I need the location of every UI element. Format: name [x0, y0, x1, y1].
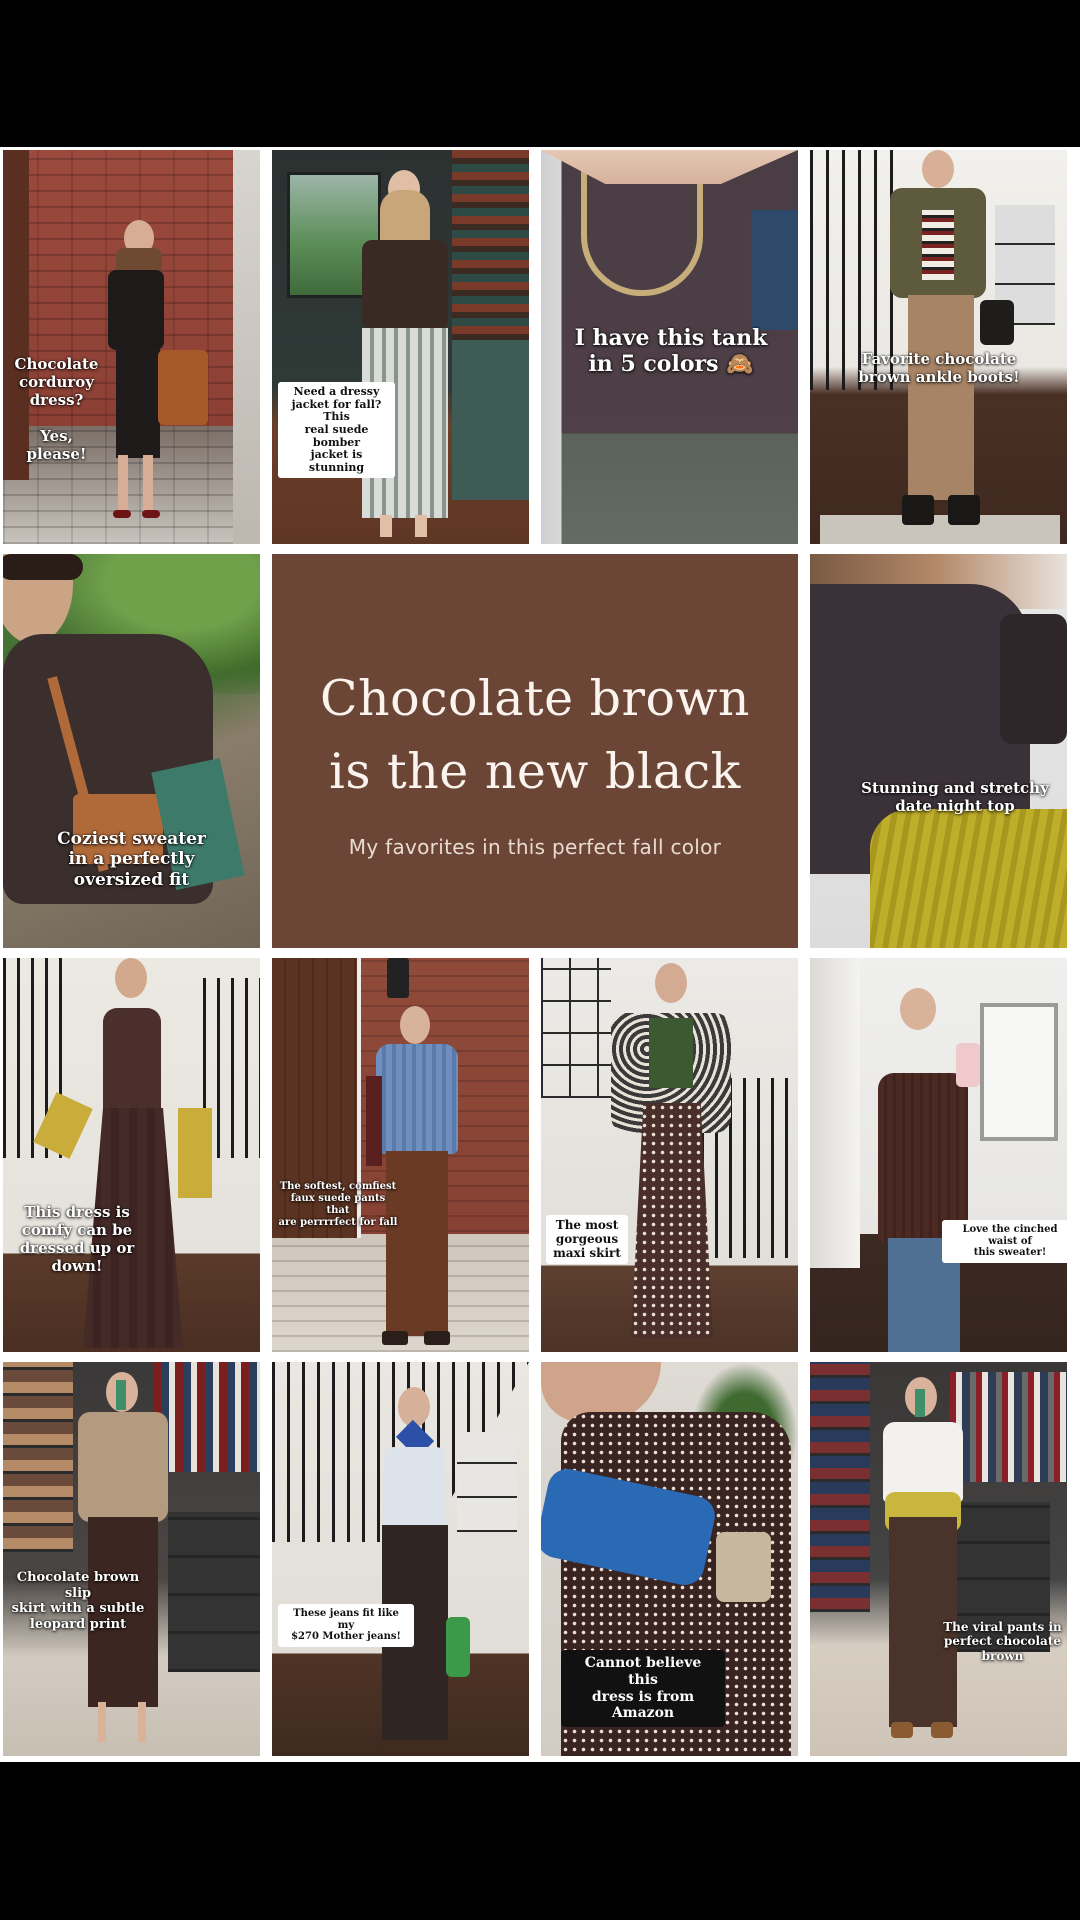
- person-figure: [880, 150, 1014, 540]
- tile-caption: I have this tank in 5 colors 🙈: [574, 325, 768, 378]
- arm: [1000, 614, 1067, 744]
- tile-jeans-fit[interactable]: These jeans fit like my $270 Mother jean…: [272, 1362, 529, 1756]
- tile-tank-colors[interactable]: I have this tank in 5 colors 🙈: [541, 150, 798, 544]
- tile-slip-skirt[interactable]: Chocolate brown slip skirt with a subtle…: [3, 1362, 260, 1756]
- outfit-collage-grid: Chocolate corduroy dress? Yes, please! N…: [0, 150, 1080, 1758]
- tile-caption: The most gorgeous maxi skirt: [546, 1215, 628, 1265]
- tile-date-night-top[interactable]: Stunning and stretchy date night top: [810, 554, 1067, 948]
- closet-shelves: [810, 1362, 870, 1612]
- person-figure: [360, 1387, 470, 1752]
- tile-caption: This dress is comfy can be dressed up or…: [19, 1203, 135, 1275]
- tile-viral-pants[interactable]: The viral pants in perfect chocolate bro…: [810, 1362, 1067, 1756]
- tile-caption: Favorite chocolate brown ankle boots!: [858, 350, 1020, 386]
- tile-amazon-dress[interactable]: Cannot believe this dress is from Amazon: [541, 1362, 798, 1756]
- tile-ankle-boots[interactable]: Favorite chocolate brown ankle boots!: [810, 150, 1067, 544]
- tile-faux-suede-pants[interactable]: The softest, comfiest faux suede pants t…: [272, 958, 529, 1352]
- tile-caption: These jeans fit like my $270 Mother jean…: [278, 1604, 414, 1647]
- tile-comfy-dress[interactable]: This dress is comfy can be dressed up or…: [3, 958, 260, 1352]
- tile-cozy-sweater[interactable]: Coziest sweater in a perfectly oversized…: [3, 554, 260, 948]
- title-card: Chocolate brown is the new black My favo…: [272, 554, 798, 948]
- bookshelf: [452, 150, 529, 340]
- tile-caption: Cannot believe this dress is from Amazon: [561, 1650, 725, 1728]
- person-figure: [33, 958, 213, 1352]
- tile-caption: The softest, comfiest faux suede pants t…: [278, 1181, 398, 1228]
- person-figure: [98, 220, 208, 520]
- page-title: Chocolate brown is the new black: [320, 669, 750, 801]
- shoe-shelves: [3, 1362, 73, 1552]
- tile-caption: The viral pants in perfect chocolate bro…: [943, 1620, 1062, 1663]
- background-window: [751, 210, 798, 330]
- drawer-island: [168, 1512, 260, 1672]
- person-figure: [865, 1377, 975, 1752]
- yellow-skirt: [870, 809, 1067, 948]
- tile-caption: Love the cinched waist of this sweater!: [942, 1220, 1067, 1263]
- person-figure: [68, 1372, 178, 1752]
- tile-corduroy-dress[interactable]: Chocolate corduroy dress? Yes, please!: [3, 150, 260, 544]
- tile-caption: Stunning and stretchy date night top: [861, 779, 1049, 815]
- person-figure: [848, 983, 1028, 1352]
- green-cabinet: [452, 340, 529, 500]
- tile-cinched-sweater[interactable]: Love the cinched waist of this sweater!: [810, 958, 1067, 1352]
- tile-caption: Need a dressy jacket for fall? This real…: [278, 382, 395, 479]
- stone-pillar: [233, 150, 260, 544]
- tile-caption: Coziest sweater in a perfectly oversized…: [57, 829, 206, 890]
- person-figure: [601, 963, 741, 1348]
- handbag: [716, 1532, 771, 1602]
- page-subtitle: My favorites in this perfect fall color: [348, 834, 722, 859]
- tile-caption: Chocolate brown slip skirt with a subtle…: [11, 1570, 145, 1632]
- wall-lantern: [387, 958, 409, 998]
- tile-suede-bomber[interactable]: Need a dressy jacket for fall? This real…: [272, 150, 529, 544]
- person-figure: [362, 1006, 472, 1346]
- tile-maxi-skirt[interactable]: The most gorgeous maxi skirt: [541, 958, 798, 1352]
- person-figure: [350, 170, 460, 540]
- tile-caption: Chocolate corduroy dress? Yes, please!: [14, 355, 99, 463]
